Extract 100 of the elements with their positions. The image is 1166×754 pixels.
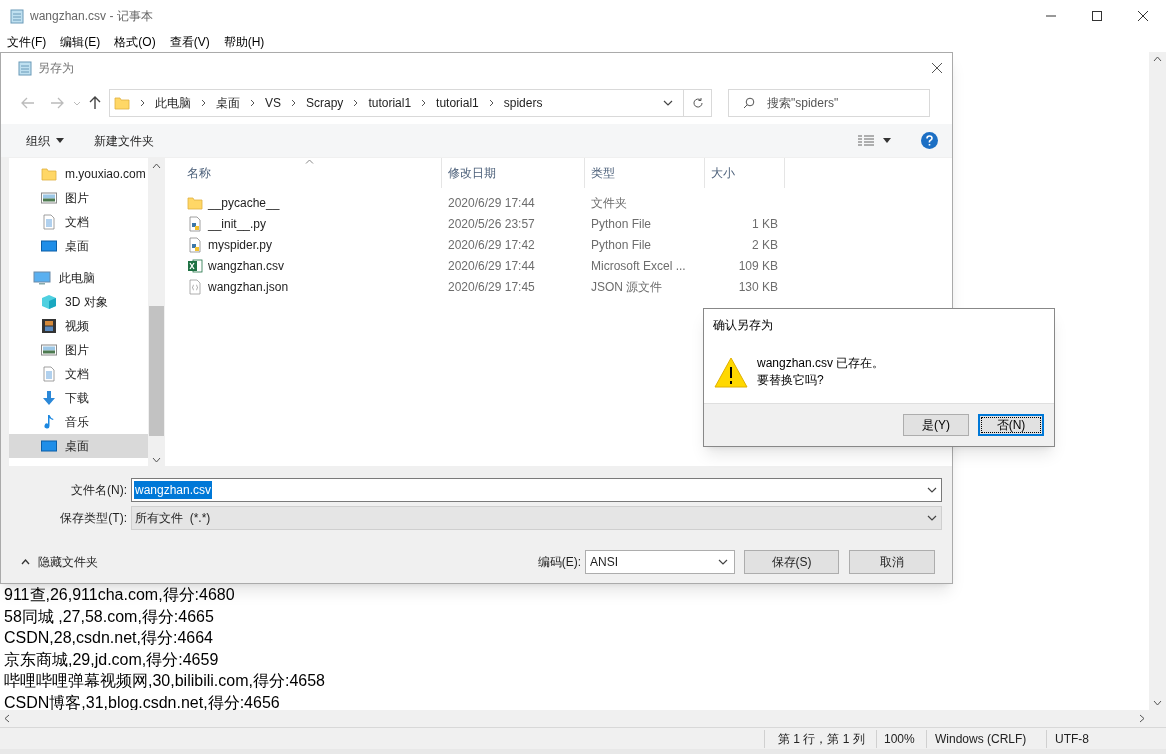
navigation-item[interactable]: 桌面: [9, 434, 148, 458]
column-header[interactable]: 修改日期: [442, 158, 585, 188]
vertical-scrollbar[interactable]: [1149, 52, 1166, 710]
scrollbar-thumb[interactable]: [149, 305, 164, 436]
file-name-field[interactable]: wangzhan.csv: [131, 478, 942, 502]
scroll-up-icon[interactable]: [152, 163, 161, 169]
file-name: myspider.py: [208, 236, 273, 254]
maximize-icon[interactable]: [1092, 10, 1102, 21]
menu-item[interactable]: 文件(F): [7, 32, 47, 51]
message-text: wangzhan.csv 已存在。: [757, 355, 885, 372]
chevron-down-icon[interactable]: [927, 515, 937, 521]
file-size: 130 KB: [738, 278, 778, 296]
message-text: 要替换它吗?: [757, 372, 825, 389]
chevron-right-icon[interactable]: [488, 99, 494, 107]
navigation-item[interactable]: 文档: [9, 362, 148, 386]
download-arrow-icon: [41, 390, 57, 406]
modified-date: 2020/6/29 17:44: [447, 257, 536, 275]
chevron-down-icon[interactable]: [663, 100, 673, 106]
dialog-button[interactable]: 是(Y): [903, 414, 969, 436]
pictures-icon: [41, 342, 57, 358]
breadcrumb[interactable]: spiders: [503, 94, 543, 112]
breadcrumb[interactable]: 此电脑: [155, 94, 191, 112]
navigation-item[interactable]: 3D 对象: [9, 290, 148, 314]
file-row[interactable]: wangzhan.json 2020/6/29 17:45 JSON 源文件 130 KB: [165, 276, 952, 297]
chevron-right-icon[interactable]: [353, 99, 359, 107]
chevron-up-icon: [21, 559, 30, 565]
dropdown-triangle-icon: [56, 138, 64, 143]
breadcrumb[interactable]: VS: [265, 94, 281, 112]
file-row[interactable]: __init__.py 2020/5/26 23:57 Python File 1 KB: [165, 213, 952, 234]
navigation-item[interactable]: 图片: [9, 338, 148, 362]
file-row[interactable]: wangzhan.csv 2020/6/29 17:44 Microsoft Excel ... 109 KB: [165, 255, 952, 276]
close-icon[interactable]: [932, 62, 942, 73]
new-folder-button[interactable]: 新建文件夹: [94, 131, 154, 150]
navigation-item[interactable]: 桌面: [9, 234, 148, 258]
encoding-dropdown[interactable]: ANSI: [585, 550, 735, 574]
navigation-item[interactable]: 此电脑: [9, 266, 148, 290]
text-line: 58同城 ,27,58.com,得分:4665: [4, 606, 215, 627]
field-label: 文件名(N):: [70, 482, 128, 499]
scroll-down-icon[interactable]: [1153, 700, 1162, 706]
modified-date: 2020/6/29 17:45: [447, 278, 536, 296]
breadcrumb[interactable]: tutorial1: [368, 94, 412, 112]
field-label: 编码(E):: [537, 554, 581, 571]
navigation-item[interactable]: 音乐: [9, 410, 148, 434]
menu-item[interactable]: 查看(V): [169, 32, 210, 51]
file-size: 1 KB: [752, 215, 778, 233]
scroll-up-icon[interactable]: [1153, 56, 1162, 62]
navigation-item[interactable]: m.youxiao.com: [9, 162, 148, 186]
chevron-right-icon[interactable]: [140, 99, 145, 107]
search-field[interactable]: 搜索"spiders": [728, 89, 930, 117]
dialog-button[interactable]: 保存(S): [744, 550, 839, 574]
dialog-title: 另存为: [38, 59, 74, 77]
modified-date: 2020/6/29 17:44: [447, 194, 536, 212]
scroll-right-icon[interactable]: [1139, 714, 1145, 723]
navigation-item[interactable]: 视频: [9, 314, 148, 338]
navigation-item[interactable]: 文档: [9, 210, 148, 234]
address-bar[interactable]: 此电脑 桌面 VS Scrapy tutorial1 tutorial1 spiders: [109, 89, 684, 117]
navigation-item[interactable]: 图片: [9, 186, 148, 210]
dialog-button[interactable]: 否(N): [978, 414, 1044, 436]
navigation-item[interactable]: 下载: [9, 386, 148, 410]
menu-item[interactable]: 编辑(E): [60, 32, 101, 51]
chevron-right-icon[interactable]: [421, 99, 427, 107]
organize-button[interactable]: 组织: [26, 131, 64, 150]
file-size: 2 KB: [752, 236, 778, 254]
scroll-left-icon[interactable]: [4, 714, 10, 723]
breadcrumb[interactable]: tutorial1: [436, 94, 479, 112]
column-header[interactable]: 类型: [585, 158, 705, 188]
file-type: Microsoft Excel ...: [590, 257, 687, 275]
file-row[interactable]: myspider.py 2020/6/29 17:42 Python File 2 KB: [165, 234, 952, 255]
breadcrumb[interactable]: 桌面: [216, 94, 240, 112]
notepad-icon: [9, 7, 25, 24]
chevron-down-icon[interactable]: [927, 487, 937, 493]
file-type: JSON 源文件: [590, 278, 664, 296]
chevron-right-icon[interactable]: [291, 99, 296, 107]
folder-icon: [114, 95, 130, 111]
column-header[interactable]: 名称: [165, 158, 442, 188]
scroll-down-icon[interactable]: [152, 457, 161, 463]
up-arrow-icon[interactable]: [89, 96, 101, 110]
refresh-button[interactable]: [684, 89, 712, 117]
json-file-icon: [187, 278, 203, 295]
document-icon: [41, 366, 57, 382]
document-icon: [41, 214, 57, 230]
menu-item[interactable]: 格式(O): [114, 32, 156, 51]
menu-item[interactable]: 帮助(H): [223, 32, 265, 51]
dialog-button[interactable]: 取消: [849, 550, 935, 574]
desktop-icon: [41, 438, 57, 454]
chevron-right-icon[interactable]: [250, 99, 255, 107]
text-line: CSDN博客,31,blog.csdn.net,得分:4656: [4, 692, 281, 710]
file-type-dropdown[interactable]: 所有文件 (*.*): [131, 506, 942, 530]
file-type: 文件夹: [590, 194, 628, 212]
column-header[interactable]: 大小: [705, 158, 785, 188]
chevron-down-icon[interactable]: [718, 559, 728, 565]
hide-folders-button[interactable]: 隐藏文件夹: [21, 553, 98, 571]
breadcrumb[interactable]: Scrapy: [306, 94, 344, 112]
chevron-right-icon[interactable]: [201, 99, 206, 107]
dropdown-triangle-icon[interactable]: [883, 138, 891, 143]
help-icon[interactable]: [921, 132, 938, 149]
close-icon[interactable]: [1138, 10, 1148, 21]
modified-date: 2020/6/29 17:42: [447, 236, 536, 254]
horizontal-scrollbar[interactable]: [0, 710, 1166, 727]
file-row[interactable]: __pycache__ 2020/6/29 17:44 文件夹: [165, 192, 952, 213]
